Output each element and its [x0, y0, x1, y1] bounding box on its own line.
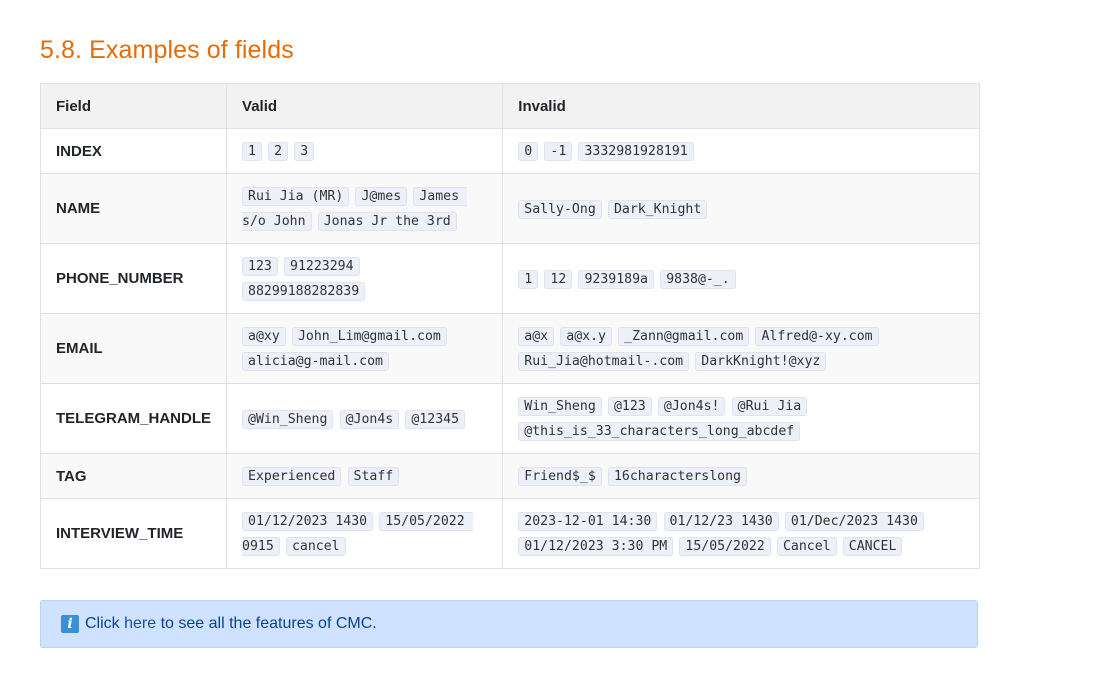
callout-suffix: to see all the features of CMC.	[160, 615, 377, 632]
invalid-examples-cell: Friend$_$ 16characterslong	[502, 453, 980, 499]
invalid-example-code: @123	[607, 397, 652, 416]
field-name-cell: INDEX	[39, 128, 228, 174]
invalid-examples-cell: a@x a@x.y _Zann@gmail.com Alfred@-xy.com…	[502, 313, 980, 384]
features-link[interactable]: here	[124, 615, 156, 633]
valid-example-code: a@xy	[242, 327, 286, 346]
invalid-example-code: Rui_Jia@hotmail-.com	[518, 352, 690, 371]
valid-example-code: 91223294	[284, 257, 360, 276]
invalid-example-code: a@x	[518, 327, 555, 346]
valid-examples-cell: Experienced Staff	[226, 453, 504, 499]
table-row: TAG Experienced Staff Friend$_$ 16charact…	[39, 453, 980, 499]
invalid-example-code: Friend$_$	[518, 467, 602, 486]
valid-example-code: 3	[294, 142, 315, 161]
valid-examples-cell: a@xy John_Lim@gmail.com alicia@g-mail.co…	[226, 313, 504, 384]
invalid-example-code: Alfred@-xy.com	[755, 327, 879, 346]
invalid-example-code: @Jon4s!	[657, 397, 726, 416]
field-name-cell: NAME	[39, 173, 228, 244]
valid-example-code: @Win_Sheng	[242, 409, 334, 429]
valid-example-code: John_Lim@gmail.com	[291, 327, 447, 346]
field-name-cell: TAG	[39, 453, 228, 499]
invalid-example-code: @Rui Jia	[731, 397, 808, 416]
valid-example-code: Experienced	[242, 467, 342, 486]
invalid-examples-cell: 1 12 9239189a 9838@-_.	[502, 243, 980, 314]
valid-example-code: 88299188282839	[242, 282, 366, 301]
invalid-examples-cell: Sally-Ong Dark_Knight	[502, 173, 980, 244]
invalid-example-code: 0	[518, 142, 539, 161]
invalid-example-code: a@x.y	[560, 327, 612, 346]
valid-example-code: @12345	[405, 409, 466, 429]
valid-example-code: cancel	[285, 537, 346, 556]
page: 5.8. Examples of fields Field Valid Inva…	[0, 0, 1097, 680]
callout-prefix: Click	[85, 615, 120, 632]
valid-example-code: Rui Jia (MR)	[242, 187, 350, 206]
valid-example-code: 1	[242, 142, 262, 161]
field-name-cell: PHONE_NUMBER	[39, 243, 228, 314]
table-row: PHONE_NUMBER 123 91223294 88299188282839 …	[39, 243, 980, 314]
invalid-example-code: 15/05/2022	[679, 537, 771, 556]
valid-example-code: Jonas Jr the 3rd	[317, 212, 457, 231]
valid-examples-cell: 01/12/2023 1430 15/05/2022 0915 cancel	[226, 498, 504, 569]
valid-examples-cell: 1 2 3	[226, 128, 504, 174]
invalid-example-code: Dark_Knight	[607, 199, 708, 219]
invalid-examples-cell: Win_Sheng @123 @Jon4s! @Rui Jia @this_is…	[502, 383, 980, 454]
field-name-cell: EMAIL	[39, 313, 228, 384]
column-header-field: Field	[39, 83, 228, 129]
field-name-cell: TELEGRAM_HANDLE	[39, 383, 228, 454]
invalid-example-code: @this_is_33_characters_long_abcdef	[518, 422, 801, 441]
table-row: INTERVIEW_TIME 01/12/2023 1430 15/05/2022…	[39, 498, 980, 569]
valid-examples-cell: 123 91223294 88299188282839	[226, 243, 504, 314]
invalid-example-code: CANCEL	[842, 537, 903, 556]
table-body: INDEX 1 2 3 0 -1 3332981928191 NAME Rui Ji…	[39, 128, 980, 569]
invalid-example-code: 01/12/2023 3:30 PM	[518, 537, 674, 556]
fields-table: Field Valid Invalid INDEX 1 2 3 0 -1 3332…	[39, 83, 980, 569]
invalid-examples-cell: 0 -1 3332981928191	[502, 128, 980, 174]
valid-example-code: @Jon4s	[339, 409, 400, 429]
invalid-examples-cell: 2023-12-01 14:30 01/12/23 1430 01/Dec/20…	[502, 498, 980, 569]
valid-example-code: 01/12/2023 1430	[242, 512, 374, 531]
section-title: 5.8. Examples of fields	[40, 36, 294, 64]
info-icon: i	[61, 615, 79, 633]
column-header-valid: Valid	[226, 83, 504, 129]
invalid-example-code: 01/12/23 1430	[663, 512, 779, 531]
column-header-invalid: Invalid	[502, 83, 980, 129]
valid-examples-cell: @Win_Sheng @Jon4s @12345	[226, 383, 504, 454]
field-name-cell: INTERVIEW_TIME	[39, 498, 228, 569]
invalid-example-code: Sally-Ong	[518, 199, 602, 219]
invalid-example-code: 1	[518, 269, 539, 289]
valid-example-code: alicia@g-mail.com	[242, 352, 389, 371]
table-row: TELEGRAM_HANDLE @Win_Sheng @Jon4s @12345 …	[39, 383, 980, 454]
table-row: NAME Rui Jia (MR) J@mes James s/o John Jo…	[39, 173, 980, 244]
valid-example-code: J@mes	[355, 187, 408, 206]
invalid-example-code: DarkKnight!@xyz	[695, 352, 827, 371]
invalid-example-code: 16characterslong	[607, 467, 747, 486]
table-header-row: Field Valid Invalid	[39, 83, 980, 129]
table-row: INDEX 1 2 3 0 -1 3332981928191	[39, 128, 980, 174]
invalid-example-code: 9838@-_.	[660, 269, 736, 289]
table-row: EMAIL a@xy John_Lim@gmail.com alicia@g-ma…	[39, 313, 980, 384]
invalid-example-code: _Zann@gmail.com	[618, 327, 750, 346]
invalid-example-code: 01/Dec/2023 1430	[784, 512, 924, 531]
valid-example-code: 2	[268, 142, 289, 161]
valid-example-code: 123	[242, 257, 278, 276]
invalid-example-code: 3332981928191	[578, 142, 694, 161]
info-callout: i Click here to see all the features of …	[40, 600, 978, 648]
invalid-example-code: 9239189a	[578, 269, 655, 289]
invalid-example-code: 2023-12-01 14:30	[518, 512, 658, 531]
valid-examples-cell: Rui Jia (MR) J@mes James s/o John Jonas …	[226, 173, 504, 244]
invalid-example-code: -1	[544, 142, 573, 161]
invalid-example-code: Win_Sheng	[518, 397, 602, 416]
invalid-example-code: Cancel	[776, 537, 837, 556]
invalid-example-code: 12	[544, 269, 573, 289]
valid-example-code: Staff	[347, 467, 400, 486]
